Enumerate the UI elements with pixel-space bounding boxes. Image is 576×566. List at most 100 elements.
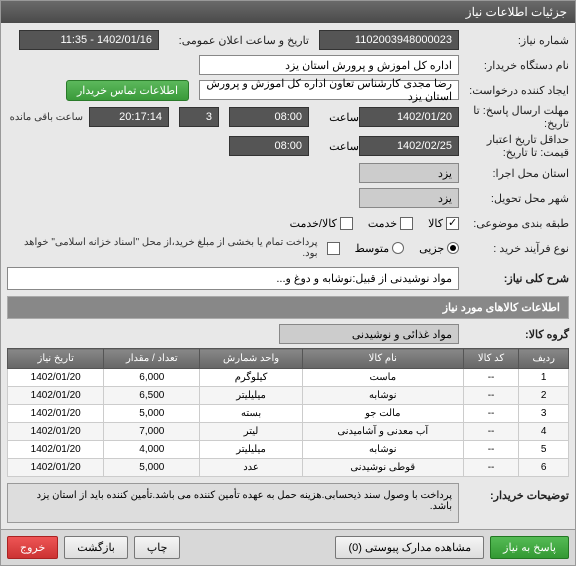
remaining-label: ساعت باقی مانده (10, 112, 83, 123)
goods-section-header: اطلاعات کالاهای مورد نیاز (7, 296, 569, 319)
process-group: جزیی متوسط پرداخت تمام یا بخشی از مبلغ خ… (7, 237, 459, 259)
table-cell: آب معدنی و آشامیدنی (302, 423, 463, 441)
buyer-notes-text: پرداخت با وصول سند ذیحسابی.هزینه حمل به … (7, 483, 459, 523)
table-cell: -- (463, 405, 519, 423)
cat-goods-label: کالا (428, 217, 443, 230)
deadline-label: مهلت ارسال پاسخ: تا تاریخ: (459, 104, 569, 130)
checkbox-goods-service[interactable] (340, 217, 353, 230)
validity-label: حداقل تاریخ اعتبار قیمت: تا تاریخ: (459, 133, 569, 159)
proc-minor-label: جزیی (419, 242, 444, 255)
creator-value: رضا مجدی کارشناس تعاون اداره کل اموزش و … (199, 80, 459, 100)
checkbox-service[interactable] (400, 217, 413, 230)
table-cell: کیلوگرم (200, 369, 303, 387)
table-cell: 1402/01/20 (8, 459, 104, 477)
table-cell: نوشابه (302, 387, 463, 405)
remaining-time: 20:17:14 (89, 107, 169, 127)
table-row[interactable]: 2--نوشابهمیلیلیتر6,5001402/01/20 (8, 387, 569, 405)
table-header: نام کالا (302, 349, 463, 369)
table-cell: لیتر (200, 423, 303, 441)
window-titlebar: جزئیات اطلاعات نیاز (1, 1, 575, 23)
city-deliver: یزد (359, 188, 459, 208)
table-cell: 5,000 (104, 459, 200, 477)
table-cell: -- (463, 369, 519, 387)
contact-info-button[interactable]: اطلاعات تماس خریدار (66, 80, 189, 101)
table-cell: -- (463, 459, 519, 477)
time-label-1: ساعت (309, 111, 359, 124)
attachments-button[interactable]: مشاهده مدارک پیوستی (0) (335, 536, 484, 559)
table-cell: ماست (302, 369, 463, 387)
radio-minor[interactable] (447, 242, 459, 254)
cat-service-label: خدمت (368, 217, 397, 230)
table-cell: میلیلیتر (200, 387, 303, 405)
table-cell: مالت جو (302, 405, 463, 423)
table-row[interactable]: 1--ماستکیلوگرم6,0001402/01/20 (8, 369, 569, 387)
table-cell: -- (463, 387, 519, 405)
table-cell: 7,000 (104, 423, 200, 441)
checkbox-goods[interactable] (446, 217, 459, 230)
table-cell: 4,000 (104, 441, 200, 459)
table-header: کد کالا (463, 349, 519, 369)
goods-table: ردیفکد کالانام کالاواحد شمارشتعداد / مقد… (7, 348, 569, 477)
table-cell: 1402/01/20 (8, 405, 104, 423)
table-cell: 1402/01/20 (8, 423, 104, 441)
table-cell: قوطی نوشیدنی (302, 459, 463, 477)
announce-value: 1402/01/16 - 11:35 (19, 30, 159, 50)
city-exec-label: استان محل اجرا: (459, 167, 569, 180)
print-button[interactable]: چاپ (134, 536, 181, 559)
window-title: جزئیات اطلاعات نیاز (466, 5, 567, 19)
table-cell: 6 (519, 459, 569, 477)
creator-label: ایجاد کننده درخواست: (459, 84, 569, 97)
table-cell: 4 (519, 423, 569, 441)
org-value: اداره کل اموزش و پرورش استان یزد (199, 55, 459, 75)
table-cell: عدد (200, 459, 303, 477)
deadline-date: 1402/01/20 (359, 107, 459, 127)
table-header: واحد شمارش (200, 349, 303, 369)
deadline-time: 08:00 (229, 107, 309, 127)
table-cell: 1 (519, 369, 569, 387)
buyer-notes-label: توضیحات خریدار: (459, 483, 569, 523)
table-cell: -- (463, 423, 519, 441)
table-cell: 5 (519, 441, 569, 459)
table-row[interactable]: 3--مالت جوبسته5,0001402/01/20 (8, 405, 569, 423)
table-cell: نوشابه (302, 441, 463, 459)
table-cell: 5,000 (104, 405, 200, 423)
table-cell: بسته (200, 405, 303, 423)
announce-label: تاریخ و ساعت اعلان عمومی: (159, 34, 309, 47)
details-window: جزئیات اطلاعات نیاز شماره نیاز: 11020039… (0, 0, 576, 566)
table-cell: 1402/01/20 (8, 387, 104, 405)
need-number-field: 1102003948000023 (319, 30, 459, 50)
group-value: مواد غذائی و نوشیدنی (279, 324, 459, 344)
desc-label: شرح کلی نیاز: (459, 272, 569, 285)
table-row[interactable]: 6--قوطی نوشیدنیعدد5,0001402/01/20 (8, 459, 569, 477)
group-label: گروه کالا: (459, 328, 569, 341)
deadline-days: 3 (179, 107, 219, 127)
cat-gs-label: کالا/خدمت (290, 217, 337, 230)
need-number-label: شماره نیاز: (459, 34, 569, 47)
process-label: نوع فرآیند خرید : (459, 242, 569, 255)
org-label: نام دستگاه خریدار: (459, 59, 569, 72)
table-row[interactable]: 4--آب معدنی و آشامیدنیلیتر7,0001402/01/2… (8, 423, 569, 441)
table-header: ردیف (519, 349, 569, 369)
respond-button[interactable]: پاسخ به نیاز (490, 536, 569, 559)
table-header: تعداد / مقدار (104, 349, 200, 369)
validity-time: 08:00 (229, 136, 309, 156)
back-button[interactable]: بازگشت (64, 536, 128, 559)
category-group: کالا خدمت کالا/خدمت (290, 217, 459, 230)
content-area: شماره نیاز: 1102003948000023 تاریخ و ساع… (1, 23, 575, 529)
checkbox-treasury[interactable] (327, 242, 340, 255)
table-cell: 2 (519, 387, 569, 405)
proc-note: پرداخت تمام یا بخشی از مبلغ خرید،از محل … (7, 237, 318, 259)
category-label: طبقه بندی موضوعی: (459, 217, 569, 230)
table-cell: -- (463, 441, 519, 459)
desc-text: مواد نوشیدنی از قبیل:نوشابه و دوغ و... (7, 267, 459, 290)
table-cell: 3 (519, 405, 569, 423)
footer-bar: پاسخ به نیاز مشاهده مدارک پیوستی (0) چاپ… (1, 529, 575, 565)
exit-button[interactable]: خروج (7, 536, 58, 559)
table-row[interactable]: 5--نوشابهمیلیلیتر4,0001402/01/20 (8, 441, 569, 459)
proc-medium-label: متوسط (355, 242, 390, 255)
table-cell: میلیلیتر (200, 441, 303, 459)
table-cell: 1402/01/20 (8, 369, 104, 387)
city-exec: یزد (359, 163, 459, 183)
radio-medium[interactable] (392, 242, 404, 254)
validity-date: 1402/02/25 (359, 136, 459, 156)
